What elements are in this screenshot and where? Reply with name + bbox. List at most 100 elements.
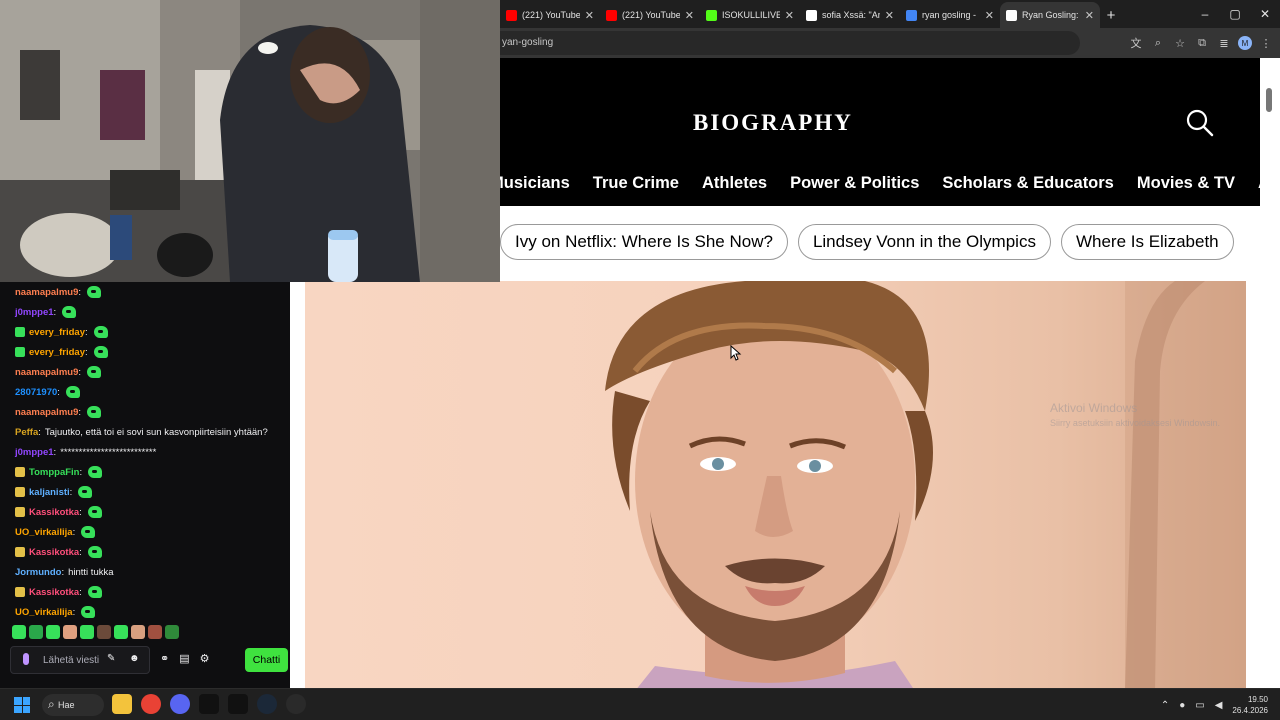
minimize-button[interactable]: –	[1190, 0, 1220, 28]
chat-username[interactable]: 28071970	[15, 387, 57, 398]
translate-icon[interactable]: ✎	[107, 653, 115, 664]
emote-icon[interactable]	[97, 625, 111, 639]
menu-kebab-icon[interactable]: ⋮	[1258, 33, 1274, 53]
chrome-icon[interactable]	[141, 694, 161, 714]
emote-icon[interactable]	[165, 625, 179, 639]
chat-username[interactable]: kaljanisti	[29, 487, 70, 498]
windows-start-icon[interactable]	[14, 697, 30, 713]
browser-tab[interactable]: Ryan Gosling: ✕	[1000, 2, 1100, 28]
chat-username[interactable]: j0mppe1	[15, 447, 54, 458]
chat-username[interactable]: Kassikotka	[29, 547, 79, 558]
chat-username[interactable]: j0mppe1	[15, 307, 54, 318]
nl-app-icon[interactable]	[228, 694, 248, 714]
chat-username[interactable]: Kassikotka	[29, 507, 79, 518]
close-tab-icon[interactable]: ✕	[585, 9, 594, 22]
chat-send-button[interactable]: Chatti	[245, 648, 288, 672]
chat-username[interactable]: naamapalmu9	[15, 287, 78, 298]
hero-portrait-image	[305, 281, 1246, 688]
chat-separator: :	[78, 366, 82, 378]
chat-tools: ⚭ ▤ ⚙	[160, 652, 210, 665]
mic-icon[interactable]: ●	[1179, 700, 1185, 711]
zoom-icon[interactable]: ⌕	[1150, 33, 1166, 53]
address-bar[interactable]: yan-gosling	[500, 31, 1080, 55]
nav-item[interactable]: Power & Politics	[790, 174, 919, 193]
nav-item[interactable]: Athletes	[702, 174, 767, 193]
emote-icon[interactable]	[46, 625, 60, 639]
settings-gear-icon[interactable]: ⚙	[200, 652, 210, 665]
maximize-button[interactable]: ▢	[1220, 0, 1250, 28]
emote-icon[interactable]	[12, 625, 26, 639]
emote-icon[interactable]	[80, 625, 94, 639]
trending-chip[interactable]: Ivy on Netflix: Where Is She Now?	[500, 224, 788, 260]
nav-item[interactable]: Movies & TV	[1137, 174, 1235, 193]
emote-icon[interactable]	[131, 625, 145, 639]
toolbar-icons: 文 ⌕ ☆ ⧉ ≣ M ⋮	[1128, 33, 1274, 53]
chat-input[interactable]: Lähetä viesti ✎ ☻	[10, 646, 150, 674]
file-explorer-icon[interactable]	[112, 694, 132, 714]
emote-icon[interactable]	[148, 625, 162, 639]
scrollbar-thumb[interactable]	[1266, 88, 1272, 112]
chat-username[interactable]: every_friday	[29, 327, 85, 338]
search-icon[interactable]	[1185, 108, 1215, 138]
bookmark-star-icon[interactable]: ☆	[1172, 33, 1188, 53]
mouse-cursor	[730, 345, 742, 361]
emote-icon[interactable]	[114, 625, 128, 639]
close-tab-icon[interactable]: ✕	[1085, 9, 1094, 22]
taskbar-clock[interactable]: 19.50 26.4.2026	[1232, 694, 1268, 716]
obs-icon[interactable]	[286, 694, 306, 714]
channel-points-icon[interactable]: ⚭	[160, 652, 169, 665]
taskbar-search[interactable]: Hae	[42, 694, 104, 716]
chat-message: naamapalmu9:	[0, 402, 290, 422]
steam-icon[interactable]	[257, 694, 277, 714]
chat-username[interactable]: Jormundo	[15, 567, 61, 578]
browser-tab-strip: (221) YouTube ✕ (221) YouTube ✕ ISOKULLILIVE…	[500, 0, 1280, 28]
new-tab-button[interactable]: +	[1100, 2, 1122, 28]
emote-icon	[87, 586, 102, 598]
profile-avatar[interactable]: M	[1238, 36, 1252, 50]
chat-username[interactable]: naamapalmu9	[15, 367, 78, 378]
chat-username[interactable]: naamapalmu9	[15, 407, 78, 418]
store-icon[interactable]: ▤	[179, 652, 189, 665]
sub-badge-icon	[15, 327, 25, 337]
browser-tab[interactable]: ryan gosling - ✕	[900, 2, 1000, 28]
emoji-icon[interactable]: ☻	[129, 653, 140, 664]
chat-message: every_friday:	[0, 322, 290, 342]
chat-username[interactable]: UO_virkailija	[15, 607, 73, 618]
chat-username[interactable]: TomppaFin	[29, 467, 79, 478]
chat-username[interactable]: every_friday	[29, 347, 85, 358]
mic-icon[interactable]	[23, 653, 29, 665]
close-tab-icon[interactable]: ✕	[885, 9, 894, 22]
extensions-icon[interactable]: ⧉	[1194, 33, 1210, 53]
close-tab-icon[interactable]: ✕	[985, 9, 994, 22]
close-tab-icon[interactable]: ✕	[685, 9, 694, 22]
chat-username[interactable]: UO_virkailija	[15, 527, 73, 538]
chat-separator: :	[79, 546, 82, 558]
trending-chip[interactable]: Lindsey Vonn in the Olympics	[797, 224, 1051, 260]
emote-icon	[87, 406, 102, 418]
discord-icon[interactable]	[170, 694, 190, 714]
browser-tab[interactable]: sofia Xssä: "Ar ✕	[800, 2, 900, 28]
translate-icon[interactable]: 文	[1128, 33, 1144, 53]
site-logo[interactable]: BIOGRAPHY	[693, 110, 853, 136]
browser-tab[interactable]: (221) YouTube ✕	[500, 2, 600, 28]
network-icon[interactable]: ▭	[1195, 700, 1204, 711]
media-controls-icon[interactable]: ≣	[1216, 33, 1232, 53]
sub-badge-icon	[15, 507, 25, 517]
sub-badge-icon	[15, 547, 25, 557]
nav-item[interactable]: Scholars & Educators	[942, 174, 1113, 193]
chat-username[interactable]: Peffa	[15, 427, 38, 438]
nav-item[interactable]: True Crime	[593, 174, 679, 193]
volume-icon[interactable]: ◀	[1215, 700, 1223, 711]
browser-tab[interactable]: (221) YouTube ✕	[600, 2, 700, 28]
browser-tab[interactable]: ISOKULLILIVE ✕	[700, 2, 800, 28]
emote-icon[interactable]	[29, 625, 43, 639]
xbox-app-icon[interactable]	[199, 694, 219, 714]
trending-chip[interactable]: Where Is Elizabeth	[1060, 224, 1234, 260]
close-window-button[interactable]: ✕	[1250, 0, 1280, 28]
page-scrollbar[interactable]	[1260, 58, 1280, 688]
chevron-up-icon[interactable]: ⌃	[1161, 700, 1169, 711]
nav-item[interactable]: Musicians	[490, 174, 570, 193]
emote-icon[interactable]	[63, 625, 77, 639]
chat-username[interactable]: Kassikotka	[29, 587, 79, 598]
close-tab-icon[interactable]: ✕	[785, 9, 794, 22]
